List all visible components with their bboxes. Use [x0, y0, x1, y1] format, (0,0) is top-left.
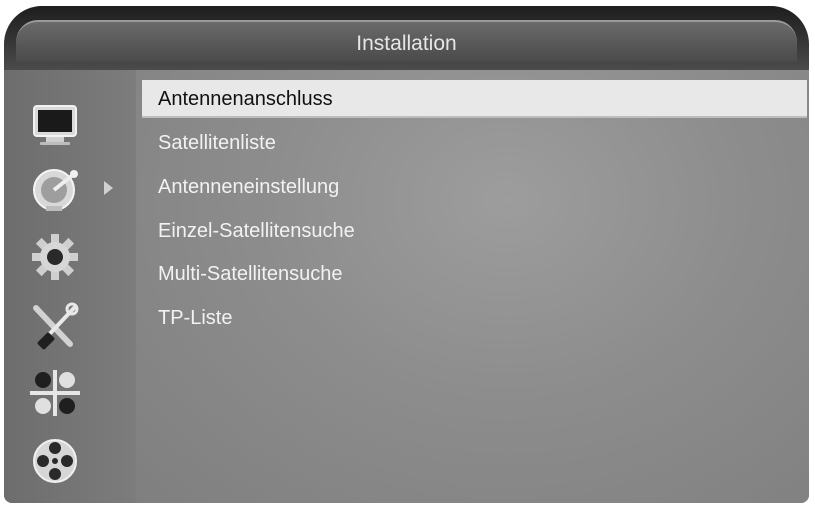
page-title: Installation [356, 32, 457, 55]
film-reel-icon[interactable] [28, 436, 82, 486]
menu-item-antenneneinstellung[interactable]: Antenneneinstellung [142, 168, 807, 206]
menu-item-satellitenliste[interactable]: Satellitenliste [142, 124, 807, 162]
menu-item-antennenanschluss[interactable]: Antennenanschluss [142, 80, 807, 118]
gear-icon[interactable] [28, 232, 82, 282]
screen: Installation Antennenanschluss Satellite… [0, 0, 815, 507]
menu-item-tp-liste[interactable]: TP-Liste [142, 299, 807, 337]
satellite-dish-icon[interactable] [28, 164, 82, 214]
mixer-balance-icon[interactable] [28, 368, 82, 418]
menu-item-multi-satellitensuche[interactable]: Multi-Satellitensuche [142, 255, 807, 293]
menu-item-einzel-satellitensuche[interactable]: Einzel-Satellitensuche [142, 212, 807, 250]
title-bar: Installation [4, 6, 809, 70]
tv-monitor-icon[interactable] [28, 100, 82, 150]
active-section-arrow-icon [104, 181, 113, 195]
tools-icon[interactable] [28, 300, 82, 350]
